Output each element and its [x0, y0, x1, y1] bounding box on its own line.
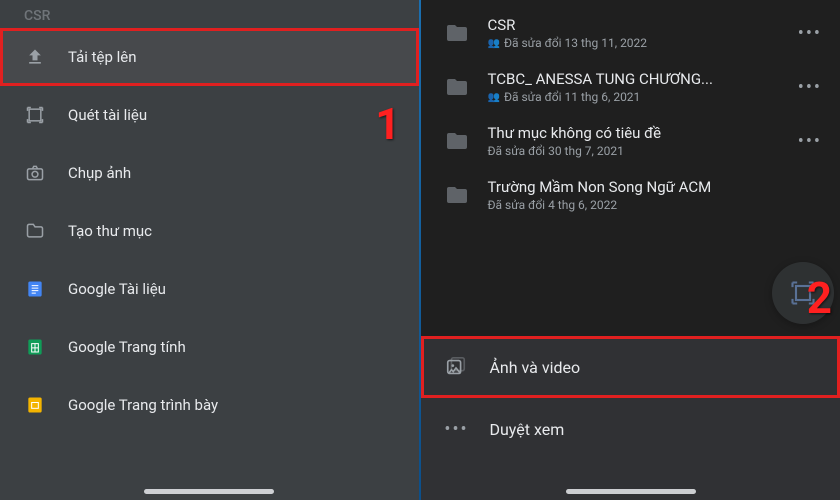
- action-label: Chụp ảnh: [68, 164, 131, 182]
- media-icon: [445, 356, 467, 378]
- scan-icon: [24, 104, 46, 126]
- google-slides-action[interactable]: Google Trang trình bày: [0, 376, 419, 434]
- folder-icon: [445, 129, 469, 153]
- browse-option[interactable]: ••• Duyệt xem: [421, 398, 840, 460]
- action-label: Google Tài liệu: [68, 280, 166, 298]
- upload-file-action[interactable]: Tải tệp lên: [0, 28, 419, 86]
- folder-name: Trường Mầm Non Song Ngữ ACM: [487, 178, 826, 196]
- folder-icon: [445, 183, 469, 207]
- more-button[interactable]: •••: [794, 127, 826, 156]
- folder-row[interactable]: TCBC_ ANESSA TUNG CHƯƠNG... 👥 Đã sửa đổi…: [421, 60, 840, 114]
- sheet-item-label: Ảnh và video: [489, 358, 580, 377]
- create-menu-panel: CSR Tải tệp lên Quét tài liệu Chụp ảnh: [0, 0, 419, 500]
- action-label: Google Trang tính: [68, 338, 186, 356]
- scan-document-action[interactable]: Quét tài liệu: [0, 86, 419, 144]
- folder-row[interactable]: CSR 👥 Đã sửa đổi 13 thg 11, 2022 •••: [421, 6, 840, 60]
- folder-name: TCBC_ ANESSA TUNG CHƯƠNG...: [487, 70, 775, 88]
- folder-icon: [445, 21, 469, 45]
- take-photo-action[interactable]: Chụp ảnh: [0, 144, 419, 202]
- google-slides-icon: [24, 394, 46, 416]
- folder-name: Thư mục không có tiêu đề: [487, 124, 775, 142]
- action-label: Tải tệp lên: [68, 48, 137, 66]
- folder-row[interactable]: Thư mục không có tiêu đề Đã sửa đổi 30 t…: [421, 114, 840, 168]
- folder-meta: 👥 Đã sửa đổi 11 thg 6, 2021: [487, 90, 775, 104]
- folder-row[interactable]: Trường Mầm Non Song Ngữ ACM Đã sửa đổi 4…: [421, 168, 840, 222]
- scan-fab[interactable]: [772, 262, 834, 324]
- action-label: Tạo thư mục: [68, 222, 152, 240]
- create-actions-list: Tải tệp lên Quét tài liệu Chụp ảnh Tạo t…: [0, 28, 419, 434]
- folder-meta: Đã sửa đổi 30 thg 7, 2021: [487, 144, 775, 158]
- more-button[interactable]: •••: [794, 19, 826, 48]
- google-docs-icon: [24, 278, 46, 300]
- folder-new-icon: [24, 220, 46, 242]
- upload-picker-sheet: Ảnh và video ••• Duyệt xem: [421, 336, 840, 500]
- sheet-item-label: Duyệt xem: [489, 420, 564, 439]
- camera-icon: [24, 162, 46, 184]
- drive-folder-panel: CSR 👥 Đã sửa đổi 13 thg 11, 2022 ••• TCB…: [421, 0, 840, 500]
- photos-and-videos-option[interactable]: Ảnh và video: [421, 336, 840, 398]
- home-indicator: [566, 489, 696, 494]
- google-sheets-icon: [24, 336, 46, 358]
- folder-meta: 👥 Đã sửa đổi 13 thg 11, 2022: [487, 36, 775, 50]
- upload-icon: [24, 46, 46, 68]
- folder-list: CSR 👥 Đã sửa đổi 13 thg 11, 2022 ••• TCB…: [421, 0, 840, 222]
- folder-context-label: CSR: [0, 0, 419, 28]
- folder-name: CSR: [487, 16, 775, 34]
- folder-icon: [445, 75, 469, 99]
- home-indicator: [144, 489, 274, 494]
- folder-meta: Đã sửa đổi 4 thg 6, 2022: [487, 198, 826, 212]
- more-icon: •••: [445, 418, 467, 440]
- google-docs-action[interactable]: Google Tài liệu: [0, 260, 419, 318]
- action-label: Google Trang trình bày: [68, 396, 218, 414]
- create-folder-action[interactable]: Tạo thư mục: [0, 202, 419, 260]
- shared-icon: 👥: [487, 92, 499, 103]
- shared-icon: 👥: [487, 38, 499, 49]
- action-label: Quét tài liệu: [68, 106, 147, 124]
- google-sheets-action[interactable]: Google Trang tính: [0, 318, 419, 376]
- more-button[interactable]: •••: [794, 73, 826, 102]
